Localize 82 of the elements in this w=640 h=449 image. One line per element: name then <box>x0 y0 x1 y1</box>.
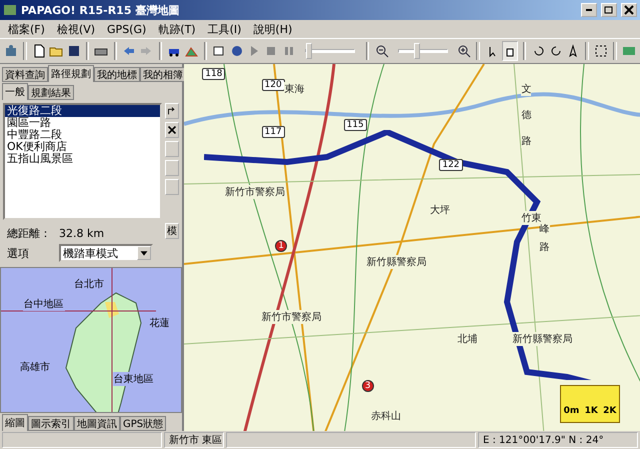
region-label: 台北市 <box>73 276 105 291</box>
map-label: 新竹市警察局 <box>262 310 322 324</box>
region-label: 台中地區 <box>22 296 65 311</box>
sub-tab[interactable]: 一般 <box>2 83 28 100</box>
zoom-slider[interactable] <box>398 43 448 59</box>
panel-tab[interactable]: GPS狀態 <box>120 416 166 431</box>
mode-dropdown[interactable]: 機踏車模式 <box>59 244 153 262</box>
close-icon <box>622 3 636 17</box>
panel-tab[interactable]: 我的地標 <box>94 67 140 82</box>
map-label: 路 <box>540 240 550 254</box>
route-point-item[interactable]: 五指山風景區 <box>5 153 160 165</box>
map-label: 赤科山 <box>370 408 401 423</box>
slider-thumb[interactable] <box>306 43 312 59</box>
restore-button[interactable] <box>601 3 617 17</box>
rotate-right-icon <box>548 44 563 58</box>
distance-value: 32.8 km <box>59 226 104 240</box>
map-label: 竹東 <box>521 210 542 225</box>
panel-tab[interactable]: 地圖資訊 <box>74 416 120 431</box>
map-label: 新竹縣警察局 <box>512 332 572 346</box>
panel-tab[interactable]: 路徑規劃 <box>48 65 94 82</box>
back-arrow-icon <box>122 44 136 58</box>
minimize-icon <box>586 9 592 11</box>
menu-item[interactable]: 檢視(V) <box>56 22 96 36</box>
route-shield: 117 <box>262 126 285 138</box>
forward-arrow-icon <box>139 44 154 58</box>
window-title: PAPAGO! R15-R15 臺灣地圖 <box>21 2 180 18</box>
scale-label: 1K <box>584 406 598 416</box>
route-shield: 3 <box>362 380 374 392</box>
map-view-icon <box>622 44 636 58</box>
slider-thumb[interactable] <box>414 43 420 59</box>
menu-item[interactable]: 軌跡(T) <box>158 22 196 36</box>
map-label: 峰 <box>540 222 550 236</box>
route-shield: 118 <box>202 68 226 80</box>
panel-tab[interactable]: 縮圖 <box>2 414 28 431</box>
menu-item[interactable]: GPS(G) <box>107 22 146 36</box>
route-point-item[interactable]: 光復路二段 <box>5 105 160 117</box>
region-label: 台東地區 <box>112 372 155 386</box>
distance-label: 總距離： <box>7 226 51 240</box>
new-file-icon <box>32 44 46 58</box>
option-label: 選項 <box>7 246 30 260</box>
route-shield: 120 <box>262 78 285 91</box>
scale-label: 0m <box>564 406 580 416</box>
delete-button[interactable] <box>165 122 179 138</box>
map-label: 德 <box>521 108 532 122</box>
toolbar-button[interactable] <box>502 41 518 61</box>
region-label: 花蓮 <box>148 316 171 330</box>
map-label: 路 <box>521 134 532 148</box>
zoom-out-icon <box>374 44 389 58</box>
route-point-item[interactable]: OK便利商店 <box>5 141 160 153</box>
map-view[interactable]: 118 120 117 115 122 1 3 東海 文 德 路 新竹市警察局 新竹縣警察局 新竹縣警察局 赤科山 大坪 竹東 峰 路 新竹市警察局 北埔 0m 1K 2K <box>184 64 640 431</box>
fit-view-icon <box>594 44 608 58</box>
map-label: 文 <box>521 82 532 96</box>
close-icon <box>166 123 178 137</box>
map-label: 新竹縣警察局 <box>366 254 426 269</box>
menu-item[interactable]: 工具(I) <box>208 22 242 36</box>
zoom-in-icon <box>457 44 472 58</box>
map-label: 北埔 <box>458 332 478 346</box>
map-label: 東海 <box>284 82 304 96</box>
route-shield: 122 <box>439 159 463 172</box>
app-icon <box>3 3 17 17</box>
route-shield: 1 <box>275 240 287 252</box>
scale-label: 2K <box>603 406 616 416</box>
panel-tab[interactable]: 圖示索引 <box>28 416 74 431</box>
region-label: 高雄市 <box>19 360 51 374</box>
status-location: 新竹市 東區 <box>164 432 224 448</box>
route-point-item[interactable]: 園區一路 <box>5 117 160 129</box>
sub-tab[interactable]: 規劃結果 <box>28 85 74 100</box>
move-up-button[interactable] <box>165 103 179 119</box>
minimize-button[interactable] <box>581 3 597 17</box>
map-label: 新竹市警察局 <box>225 185 286 200</box>
rotate-left-icon <box>532 44 546 58</box>
status-coordinates: E : 121°00'17.9" N : 24° <box>478 432 638 448</box>
close-button[interactable] <box>621 3 637 17</box>
playback-slider[interactable] <box>304 43 355 59</box>
panel-tab[interactable]: 我的相簿 <box>140 67 186 82</box>
route-shield: 115 <box>344 119 367 132</box>
panel-tab[interactable]: 資料查詢 <box>2 67 48 82</box>
map-label: 大坪 <box>430 203 450 218</box>
side-button[interactable]: 模 <box>165 223 179 239</box>
menu-item[interactable]: 檔案(F) <box>8 22 45 36</box>
menu-item[interactable]: 說明(H) <box>253 22 292 36</box>
route-point-item[interactable]: 中豐路二段 <box>5 129 160 141</box>
